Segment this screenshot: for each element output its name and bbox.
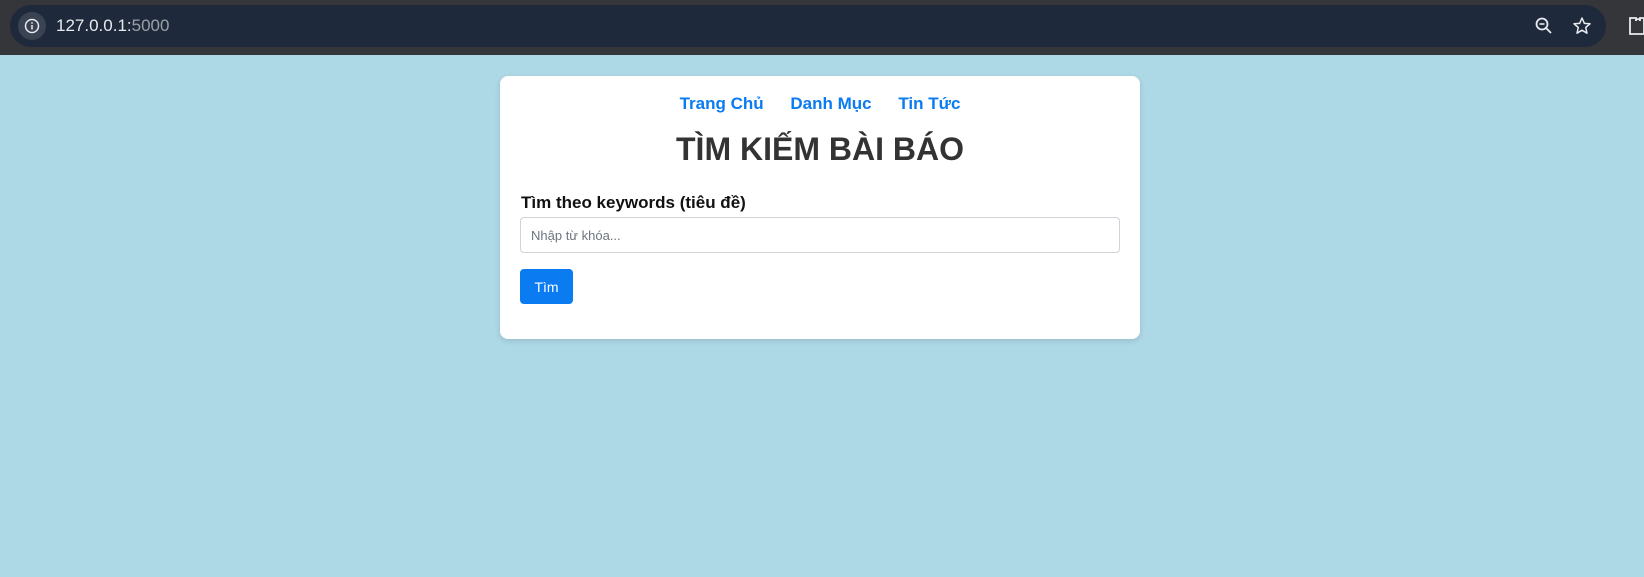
search-card: Trang Chủ Danh Mục Tin Tức TÌM KIẾM BÀI … (500, 76, 1140, 339)
browser-toolbar: 127.0.0.1:5000 (0, 0, 1644, 55)
address-bar[interactable]: 127.0.0.1:5000 (10, 5, 1606, 47)
address-bar-actions (1534, 5, 1592, 47)
search-input[interactable] (520, 217, 1120, 253)
star-icon[interactable] (1572, 16, 1592, 36)
search-label: Tìm theo keywords (tiêu đề) (521, 193, 746, 212)
page-title: TÌM KIẾM BÀI BÁO (676, 131, 964, 167)
zoom-out-icon[interactable] (1534, 16, 1554, 36)
search-button[interactable]: Tìm (520, 269, 573, 304)
nav-link-news[interactable]: Tin Tức (898, 94, 960, 113)
url-text[interactable]: 127.0.0.1:5000 (56, 16, 169, 36)
url-host: 127.0.0.1: (56, 16, 132, 35)
url-port: 5000 (131, 16, 170, 35)
top-nav: Trang Chủ Danh Mục Tin Tức (500, 94, 1140, 114)
info-icon[interactable] (18, 12, 46, 40)
nav-link-categories[interactable]: Danh Mục (790, 94, 871, 113)
nav-link-home[interactable]: Trang Chủ (680, 94, 764, 113)
extensions-icon[interactable] (1626, 14, 1644, 38)
